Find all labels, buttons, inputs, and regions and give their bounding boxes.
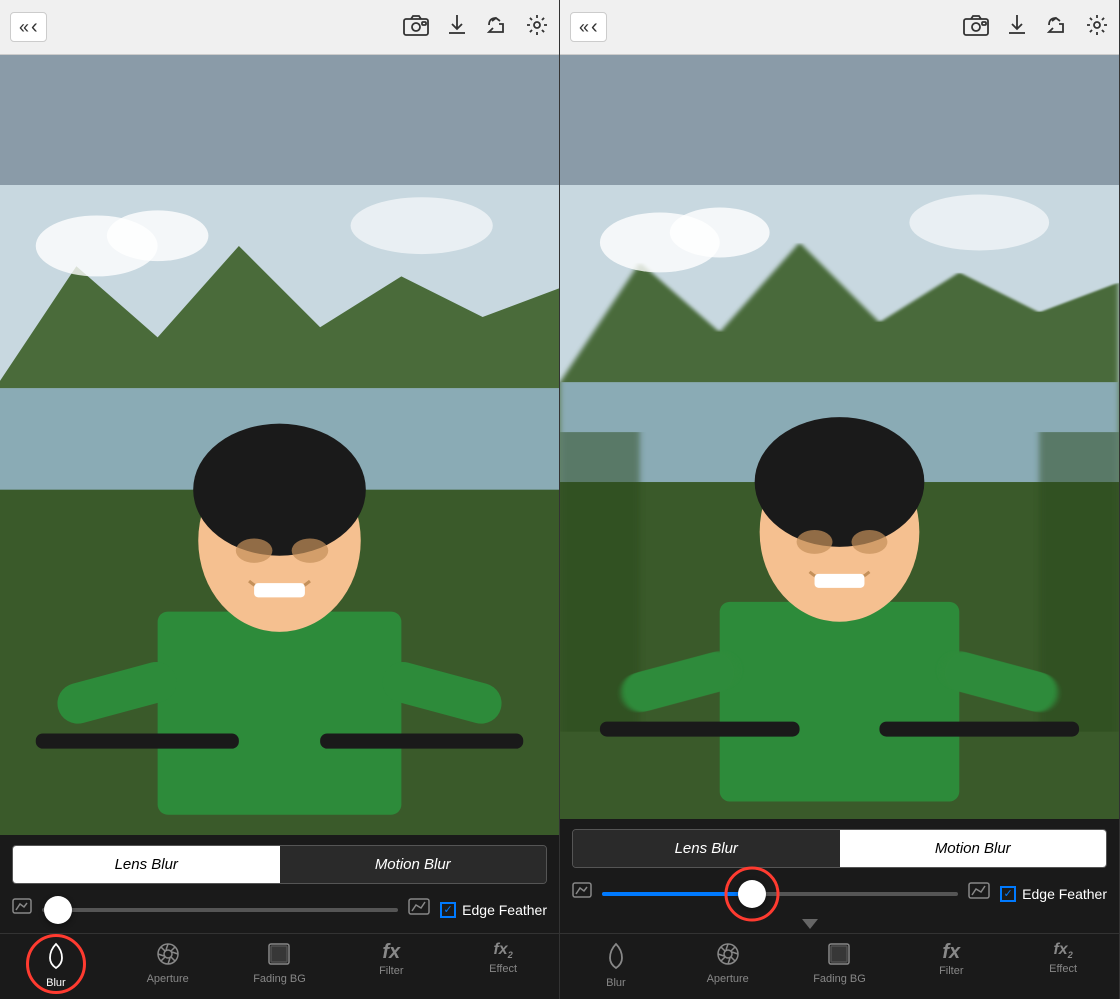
double-back-icon[interactable]: «: [19, 18, 27, 36]
left-nav-fading[interactable]: Fading BG: [224, 942, 336, 989]
left-slider-row: Edge Feather: [12, 894, 547, 925]
right-nav-effect-label: Effect: [1049, 963, 1077, 975]
filter-icon: fx: [382, 942, 400, 962]
left-edge-feather: Edge Feather: [440, 902, 547, 918]
effect-icon: fx2: [493, 942, 512, 960]
camera-icon[interactable]: [403, 14, 429, 40]
right-edge-feather-label: Edge Feather: [1022, 886, 1107, 902]
left-blur-selector[interactable]: Lens Blur Motion Blur: [12, 845, 547, 884]
right-slider-min-icon: [572, 882, 592, 905]
right-aperture-icon: [716, 942, 740, 970]
right-grey-top: [560, 55, 1119, 185]
right-nav-filter-label: Filter: [939, 965, 963, 977]
left-slider-max-icon: [408, 898, 430, 921]
right-toolbar: « ‹: [560, 0, 1119, 55]
right-slider-max-icon: [968, 882, 990, 905]
motion-blur-btn[interactable]: Motion Blur: [280, 846, 547, 883]
left-slider-thumb[interactable]: [44, 896, 72, 924]
lens-blur-btn[interactable]: Lens Blur: [13, 846, 280, 883]
right-nav-blur[interactable]: Blur: [560, 942, 672, 989]
share-icon[interactable]: [485, 14, 507, 40]
right-filter-icon: fx: [942, 942, 960, 962]
left-nav-effect[interactable]: fx2 Effect: [447, 942, 559, 989]
left-bottom-nav: Blur Aperture Fading BG fx: [0, 933, 559, 999]
right-slider-track[interactable]: [602, 892, 958, 896]
aperture-icon: [156, 942, 180, 970]
right-camera-icon[interactable]: [963, 14, 989, 40]
right-nav-aperture-label: Aperture: [707, 973, 749, 985]
right-nav-effect[interactable]: fx2 Effect: [1007, 942, 1119, 989]
right-back-buttons[interactable]: « ‹: [570, 12, 607, 42]
right-download-icon[interactable]: [1007, 13, 1027, 41]
right-toolbar-right: [963, 13, 1109, 41]
right-slider-thumb[interactable]: [738, 880, 766, 908]
right-bottom-nav: Blur Aperture Fading BG fx: [560, 933, 1119, 999]
right-settings-icon[interactable]: [1085, 13, 1109, 41]
settings-icon[interactable]: [525, 13, 549, 41]
right-nav-fading[interactable]: Fading BG: [784, 942, 896, 989]
right-edge-feather-checkbox[interactable]: [1000, 886, 1016, 902]
left-slider-min-icon: [12, 898, 32, 921]
left-photo-area: [0, 55, 559, 835]
left-edge-feather-label: Edge Feather: [462, 902, 547, 918]
right-effect-icon: fx2: [1053, 942, 1072, 960]
right-lens-blur-btn[interactable]: Lens Blur: [573, 830, 840, 867]
left-nav-blur[interactable]: Blur: [0, 942, 112, 989]
left-back-buttons[interactable]: « ‹: [10, 12, 47, 42]
left-toolbar: « ‹: [0, 0, 559, 55]
right-photo: [560, 185, 1119, 819]
right-slider-fill: [602, 892, 752, 896]
right-nav-aperture[interactable]: Aperture: [672, 942, 784, 989]
left-panel: « ‹: [0, 0, 560, 999]
download-icon[interactable]: [447, 13, 467, 41]
left-nav-fading-label: Fading BG: [253, 973, 306, 985]
right-double-back-icon[interactable]: «: [579, 18, 587, 36]
left-photo: [0, 185, 559, 835]
right-photo-area: [560, 55, 1119, 819]
left-toolbar-right: [403, 13, 549, 41]
right-nav-fading-label: Fading BG: [813, 973, 866, 985]
right-blur-selector[interactable]: Lens Blur Motion Blur: [572, 829, 1107, 868]
back-icon[interactable]: ‹: [31, 17, 38, 37]
right-blur-icon: [604, 942, 628, 974]
right-nav-blur-label: Blur: [606, 977, 626, 989]
right-bottom-controls: Lens Blur Motion Blur: [560, 819, 1119, 933]
right-fading-icon: [827, 942, 851, 970]
left-edge-feather-checkbox[interactable]: [440, 902, 456, 918]
fading-icon: [267, 942, 291, 970]
left-nav-aperture-label: Aperture: [147, 973, 189, 985]
left-nav-effect-label: Effect: [489, 963, 517, 975]
right-triangle-indicator: [572, 917, 1107, 933]
right-slider-row: Edge Feather: [572, 878, 1107, 909]
left-nav-filter[interactable]: fx Filter: [335, 942, 447, 989]
right-nav-filter[interactable]: fx Filter: [895, 942, 1007, 989]
triangle-arrow: [802, 919, 818, 929]
right-edge-feather: Edge Feather: [1000, 886, 1107, 902]
left-nav-filter-label: Filter: [379, 965, 403, 977]
right-panel: « ‹: [560, 0, 1120, 999]
right-motion-blur-btn[interactable]: Motion Blur: [840, 830, 1107, 867]
left-nav-blur-label: Blur: [46, 977, 66, 989]
right-back-icon[interactable]: ‹: [591, 17, 598, 37]
right-share-icon[interactable]: [1045, 14, 1067, 40]
left-bottom-controls: Lens Blur Motion Blur E: [0, 835, 559, 933]
left-grey-top: [0, 55, 559, 185]
blur-icon: [44, 942, 68, 974]
left-slider-track[interactable]: [42, 908, 398, 912]
left-nav-aperture[interactable]: Aperture: [112, 942, 224, 989]
